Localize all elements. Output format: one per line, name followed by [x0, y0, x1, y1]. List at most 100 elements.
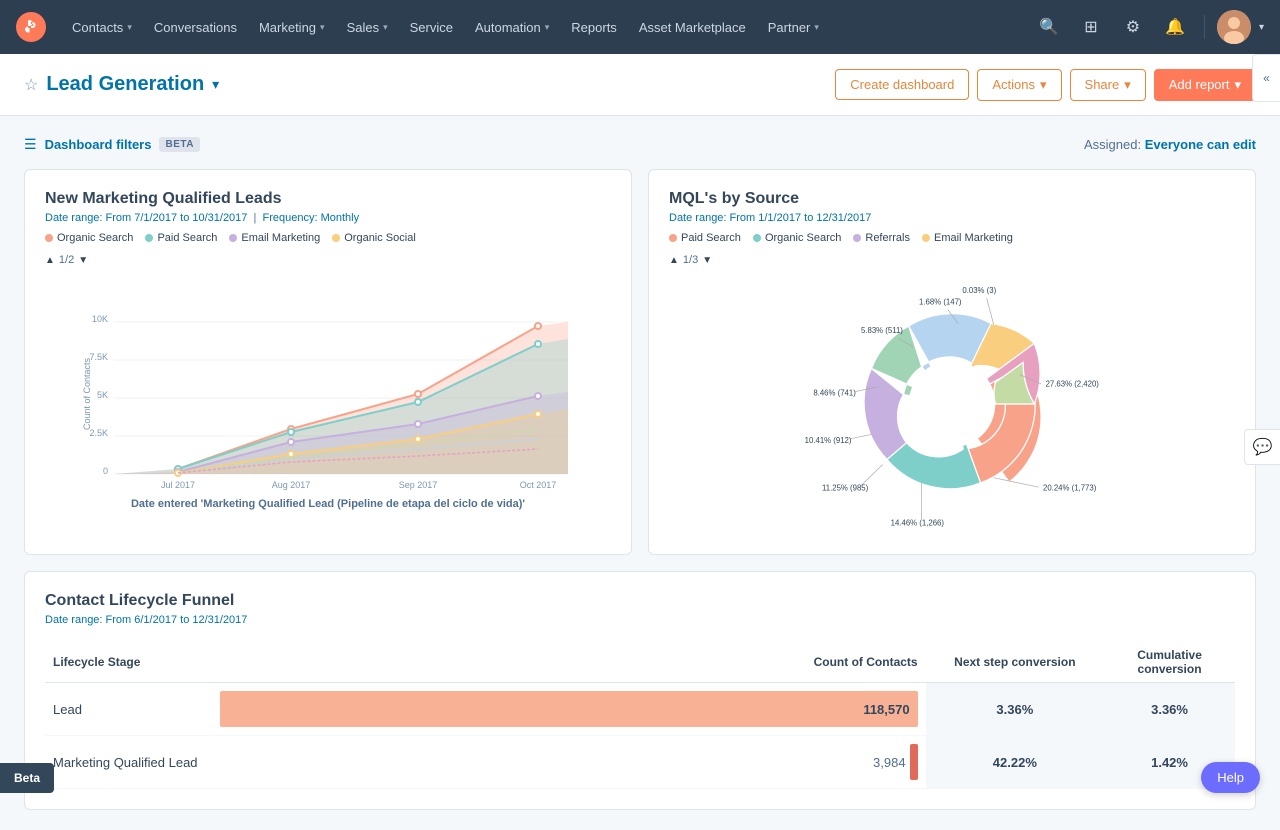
legend-dot-organic-search	[45, 234, 53, 242]
svg-text:Count of Contacts: Count of Contacts	[82, 357, 92, 430]
svg-text:20.24% (1,773): 20.24% (1,773)	[1043, 484, 1097, 493]
funnel-bar-mql: 3,984	[212, 736, 926, 789]
nav-conversations[interactable]: Conversations	[144, 14, 247, 41]
actions-button[interactable]: Actions ▾	[977, 69, 1061, 101]
beta-button[interactable]: Beta	[0, 763, 54, 793]
beta-badge: BETA	[159, 137, 199, 152]
create-dashboard-button[interactable]: Create dashboard	[835, 69, 969, 100]
funnel-row-mql: Marketing Qualified Lead 3,984 42.22%	[45, 736, 1235, 789]
funnel-col-count: Count of Contacts	[212, 642, 926, 683]
pie-chart: 27.63% (2,420) 20.24% (1,773) 14.46% (1,…	[669, 274, 1235, 534]
pie-legend-organic-search: Organic Search	[753, 232, 841, 244]
nav-marketing[interactable]: Marketing ▾	[249, 14, 335, 41]
share-button[interactable]: Share ▾	[1070, 69, 1146, 101]
pie-page-indicator: 1/3	[683, 254, 698, 266]
nav-right-icons: 🔍 ⊞ ⚙ 🔔 ▾	[1032, 10, 1264, 44]
apps-icon[interactable]: ⊞	[1074, 10, 1108, 44]
charts-row: New Marketing Qualified Leads Date range…	[24, 169, 1256, 555]
notifications-icon[interactable]: 🔔	[1158, 10, 1192, 44]
pie-legend-email-marketing: Email Marketing	[922, 232, 1013, 244]
svg-text:10K: 10K	[92, 314, 108, 324]
pie-prev-arrow[interactable]: ▲	[669, 255, 679, 266]
share-chevron-icon: ▾	[1124, 77, 1131, 93]
mql-source-card: MQL's by Source Date range: From 1/1/201…	[648, 169, 1256, 555]
page-header: ☆ Lead Generation ▾ Create dashboard Act…	[0, 54, 1280, 116]
funnel-bar-lead: 118,570	[212, 683, 926, 736]
mql-leads-subtitle: Date range: From 7/1/2017 to 10/31/2017 …	[45, 212, 611, 224]
settings-icon[interactable]: ⚙	[1116, 10, 1150, 44]
assigned-text: Assigned: Everyone can edit	[1084, 137, 1256, 152]
mql-prev-arrow[interactable]: ▲	[45, 255, 55, 266]
title-dropdown-chevron[interactable]: ▾	[212, 76, 219, 93]
funnel-next-step-mql: 42.22%	[926, 736, 1105, 789]
filters-label[interactable]: Dashboard filters	[45, 137, 152, 152]
funnel-stage-mql: Marketing Qualified Lead	[45, 736, 212, 789]
funnel-title: Contact Lifecycle Funnel	[45, 592, 1235, 610]
pie-dot-organic-search	[753, 234, 761, 242]
filters-right: Assigned: Everyone can edit	[1084, 137, 1256, 152]
funnel-subtitle: Date range: From 6/1/2017 to 12/31/2017	[45, 614, 1235, 626]
mql-page-indicator: 1/2	[59, 254, 74, 266]
pie-legend-referrals: Referrals	[853, 232, 910, 244]
page-title-area: ☆ Lead Generation ▾	[24, 73, 219, 96]
nav-partner[interactable]: Partner ▾	[758, 14, 829, 41]
funnel-row-lead: Lead 118,570 3.36% 3.36%	[45, 683, 1235, 736]
page-title: Lead Generation	[46, 73, 204, 96]
pie-legend: Paid Search Organic Search Referrals Ema…	[669, 232, 1235, 244]
mql-frequency: Frequency: Monthly	[263, 212, 360, 224]
svg-text:0.03% (3): 0.03% (3)	[962, 286, 996, 295]
nav-asset-marketplace[interactable]: Asset Marketplace	[629, 14, 756, 41]
search-icon[interactable]: 🔍	[1032, 10, 1066, 44]
funnel-table: Lifecycle Stage Count of Contacts Next s…	[45, 642, 1235, 789]
svg-text:0: 0	[103, 466, 108, 476]
add-report-button[interactable]: Add report ▾	[1154, 69, 1256, 101]
legend-dot-email-marketing	[229, 234, 237, 242]
mql-legend: Organic Search Paid Search Email Marketi…	[45, 232, 611, 244]
legend-paid-search: Paid Search	[145, 232, 217, 244]
assigned-link[interactable]: Everyone can edit	[1145, 137, 1256, 152]
nav-sales[interactable]: Sales ▾	[337, 14, 398, 41]
mql-pagination: ▲ 1/2 ▼	[45, 254, 611, 266]
svg-text:5K: 5K	[97, 390, 108, 400]
mql-next-arrow[interactable]: ▼	[78, 255, 88, 266]
funnel-next-step-lead: 3.36%	[926, 683, 1105, 736]
nav-divider	[1204, 15, 1205, 39]
pie-next-arrow[interactable]: ▼	[702, 255, 712, 266]
nav-reports[interactable]: Reports	[561, 14, 627, 41]
nav-items: Contacts ▾ Conversations Marketing ▾ Sal…	[62, 14, 1032, 41]
svg-text:14.46% (1,266): 14.46% (1,266)	[891, 518, 945, 527]
legend-email-marketing: Email Marketing	[229, 232, 320, 244]
mql-source-subtitle: Date range: From 1/1/2017 to 12/31/2017	[669, 212, 1235, 224]
svg-text:10.41% (912): 10.41% (912)	[805, 436, 852, 445]
pie-dot-email-marketing	[922, 234, 930, 242]
mql-x-axis-label: Date entered 'Marketing Qualified Lead (…	[45, 498, 611, 510]
filters-left: ☰ Dashboard filters BETA	[24, 136, 200, 153]
legend-organic-search: Organic Search	[45, 232, 133, 244]
avatar-chevron[interactable]: ▾	[1259, 22, 1264, 33]
chat-icon[interactable]: 💬	[1244, 429, 1280, 465]
dashboard-filters-bar: ☰ Dashboard filters BETA Assigned: Every…	[24, 136, 1256, 153]
nav-automation[interactable]: Automation ▾	[465, 14, 559, 41]
hubspot-logo[interactable]	[16, 12, 46, 42]
avatar[interactable]	[1217, 10, 1251, 44]
pie-dot-referrals	[853, 234, 861, 242]
svg-text:Sep 2017: Sep 2017	[399, 480, 438, 490]
sidebar-toggle[interactable]: «	[1252, 54, 1280, 102]
mql-date-range: Date range: From 7/1/2017 to 10/31/2017	[45, 212, 247, 224]
mql-line-chart: 0 2.5K 5K 7.5K 10K Count of Contacts Jul…	[45, 274, 611, 494]
dashboard-body: ☰ Dashboard filters BETA Assigned: Every…	[0, 116, 1280, 830]
nav-contacts[interactable]: Contacts ▾	[62, 14, 142, 41]
svg-text:2.5K: 2.5K	[89, 428, 108, 438]
legend-organic-social: Organic Social	[332, 232, 416, 244]
funnel-count-mql: 3,984	[873, 755, 906, 770]
pie-legend-paid-search: Paid Search	[669, 232, 741, 244]
mql-source-title: MQL's by Source	[669, 190, 1235, 208]
svg-text:7.5K: 7.5K	[89, 352, 108, 362]
favorite-star-icon[interactable]: ☆	[24, 75, 38, 95]
legend-dot-paid-search	[145, 234, 153, 242]
funnel-cumulative-lead: 3.36%	[1104, 683, 1235, 736]
svg-text:Jul 2017: Jul 2017	[161, 480, 195, 490]
help-button[interactable]: Help	[1201, 762, 1260, 793]
header-actions: Create dashboard Actions ▾ Share ▾ Add r…	[835, 69, 1256, 101]
nav-service[interactable]: Service	[400, 14, 463, 41]
